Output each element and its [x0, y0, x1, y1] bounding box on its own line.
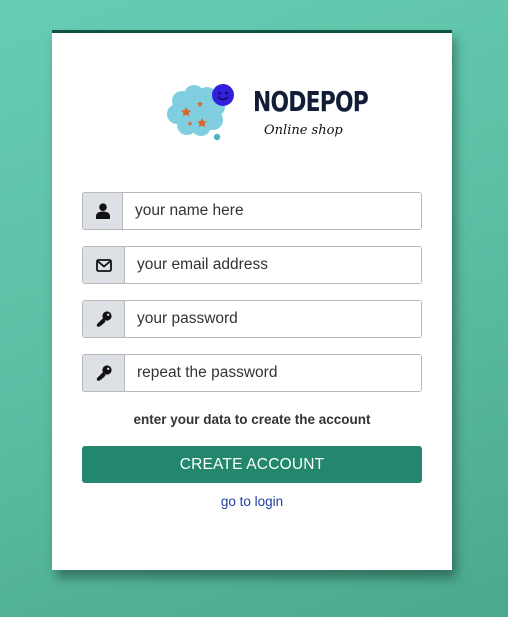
go-to-login-link[interactable]: go to login	[52, 494, 452, 509]
repeat-password-input[interactable]	[125, 355, 421, 391]
name-field	[82, 192, 422, 230]
key-icon	[96, 365, 112, 381]
password-input[interactable]	[125, 301, 421, 337]
email-field	[82, 246, 422, 284]
create-account-button[interactable]: CREATE ACCOUNT	[82, 446, 422, 483]
envelope-icon	[95, 258, 112, 272]
name-addon	[83, 193, 123, 229]
brand-logo: NODEPOP Online shop	[166, 83, 369, 153]
brand-subtitle: Online shop	[264, 123, 343, 138]
email-input[interactable]	[125, 247, 421, 283]
thought-cloud-logo-icon	[167, 84, 234, 141]
key-icon	[96, 311, 112, 327]
password-field	[82, 300, 422, 338]
repeat-password-field	[82, 354, 422, 392]
name-input[interactable]	[123, 193, 421, 229]
brand-name: NODEPOP	[253, 85, 369, 118]
signup-card: NODEPOP Online shop your name here your …	[52, 30, 452, 570]
email-addon	[83, 247, 125, 283]
repeat-password-addon	[83, 355, 125, 391]
form-hint: enter your data to create the account	[133, 412, 371, 427]
user-icon	[95, 203, 110, 219]
password-addon	[83, 301, 125, 337]
